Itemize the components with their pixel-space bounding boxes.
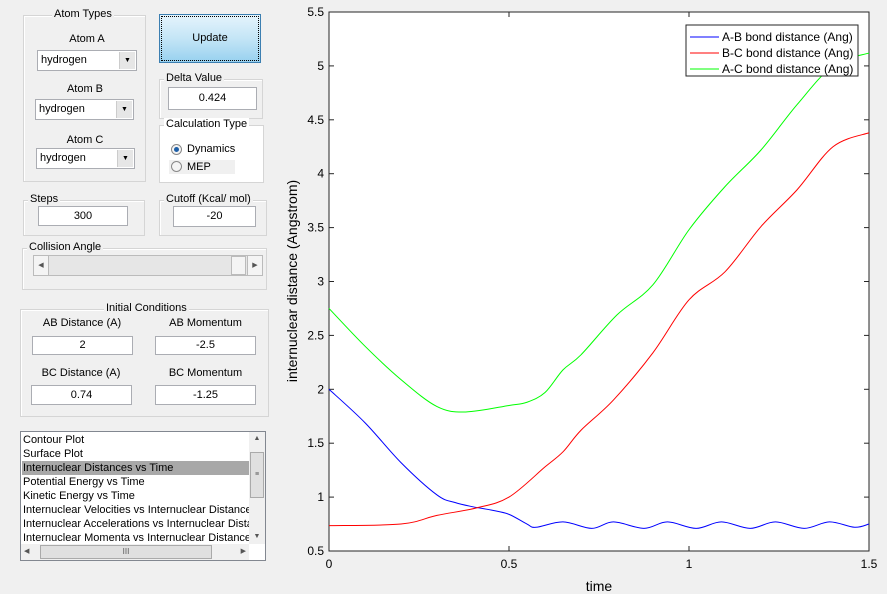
y-tick-label: 1.5 — [307, 436, 324, 450]
y-tick-label: 2 — [317, 382, 324, 396]
y-tick-label: 1 — [317, 490, 324, 504]
x-axis-label: time — [586, 578, 613, 594]
y-tick-label: 5.5 — [307, 5, 324, 19]
legend-entry: A-B bond distance (Ang) — [722, 30, 853, 44]
x-tick-label: 1.5 — [861, 557, 878, 571]
legend-entry: B-C bond distance (Ang) — [722, 46, 853, 60]
y-tick-label: 5 — [317, 59, 324, 73]
plot-area — [328, 11, 870, 552]
x-tick-label: 0.5 — [501, 557, 518, 571]
legend-entry: A-C bond distance (Ang) — [722, 62, 853, 76]
x-tick-label: 1 — [686, 557, 693, 571]
y-tick-label: 3.5 — [307, 221, 324, 235]
y-axis-label: internuclear distance (Angstrom) — [284, 180, 300, 382]
y-tick-label: 4 — [317, 167, 324, 181]
y-tick-label: 0.5 — [307, 544, 324, 558]
x-tick-label: 0 — [326, 557, 333, 571]
distance-chart: 0 0.5 1 1.50.511.522.533.544.555.5 time int… — [284, 5, 878, 594]
y-tick-label: 3 — [317, 275, 324, 289]
y-tick-label: 2.5 — [307, 328, 324, 342]
legend: A-B bond distance (Ang) B-C bond distance… — [685, 24, 859, 77]
y-tick-label: 4.5 — [307, 113, 324, 127]
